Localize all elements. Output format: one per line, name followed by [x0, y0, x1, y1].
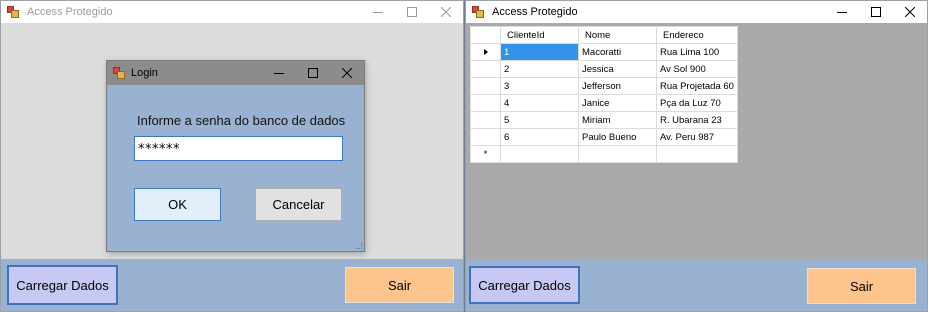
table-row[interactable]: 2 Jessica Av Sol 900: [470, 60, 738, 78]
access-app-icon: [472, 6, 484, 18]
table-row[interactable]: 6 Paulo Bueno Av. Peru 987: [470, 128, 738, 146]
maximize-icon[interactable]: [296, 61, 330, 85]
column-header-nome[interactable]: Nome: [578, 26, 657, 44]
row-header[interactable]: [470, 128, 501, 146]
table-row[interactable]: 4 Janice Pça da Luz 70: [470, 94, 738, 112]
column-header-clienteid[interactable]: ClienteId: [500, 26, 579, 44]
grid-header-row: ClienteId Nome Endereco: [470, 26, 738, 44]
window-title: Access Protegido: [27, 6, 113, 18]
table-row[interactable]: 3 Jefferson Rua Projetada 60: [470, 77, 738, 95]
close-icon[interactable]: [429, 1, 463, 23]
exit-button[interactable]: Sair: [345, 267, 454, 303]
bottom-bar: Carregar Dados Sair: [1, 259, 463, 311]
row-header[interactable]: [470, 77, 501, 95]
dialog-title-bar[interactable]: Login: [107, 61, 364, 85]
dialog-title: Login: [131, 67, 158, 79]
cancel-button[interactable]: Cancelar: [255, 188, 342, 221]
grid-cell[interactable]: [656, 145, 738, 163]
grid-cell[interactable]: 2: [500, 60, 579, 78]
window-access-protegido-2: Access Protegido ClienteId Nome Endereco…: [465, 0, 928, 312]
grid-cell[interactable]: Paulo Bueno: [578, 128, 657, 146]
minimize-icon[interactable]: [825, 1, 859, 23]
bottom-bar: Carregar Dados Sair: [466, 259, 927, 311]
table-row[interactable]: 5 Miriam R. Ubarana 23: [470, 111, 738, 129]
grid-cell[interactable]: 5: [500, 111, 579, 129]
access-app-icon: [7, 6, 19, 18]
datagrid-area: ClienteId Nome Endereco 1 Macoratti Rua …: [466, 23, 927, 259]
close-icon[interactable]: [330, 61, 364, 85]
grid-cell[interactable]: Rua Projetada 60: [656, 77, 738, 95]
current-row-arrow-icon[interactable]: [470, 43, 501, 61]
maximize-icon[interactable]: [859, 1, 893, 23]
grid-corner-header[interactable]: [470, 26, 501, 44]
password-input[interactable]: ******: [134, 136, 343, 161]
clientes-datagrid[interactable]: ClienteId Nome Endereco 1 Macoratti Rua …: [470, 26, 738, 163]
minimize-icon[interactable]: [361, 1, 395, 23]
grid-cell[interactable]: 6: [500, 128, 579, 146]
grid-cell[interactable]: 4: [500, 94, 579, 112]
table-row[interactable]: 1 Macoratti Rua Lima 100: [470, 43, 738, 61]
grid-cell[interactable]: 1: [500, 43, 579, 61]
row-header[interactable]: [470, 94, 501, 112]
exit-button[interactable]: Sair: [807, 268, 916, 304]
window-access-protegido-1: Access Protegido Carregar Dados Sair Log…: [0, 0, 464, 312]
grid-cell[interactable]: Jefferson: [578, 77, 657, 95]
grid-cell[interactable]: Av Sol 900: [656, 60, 738, 78]
grid-cell[interactable]: Jessica: [578, 60, 657, 78]
grid-cell[interactable]: Janice: [578, 94, 657, 112]
grid-cell[interactable]: Rua Lima 100: [656, 43, 738, 61]
new-row-marker[interactable]: *: [470, 145, 501, 163]
title-bar[interactable]: Access Protegido: [1, 1, 463, 23]
ok-button[interactable]: OK: [134, 188, 221, 221]
window-title: Access Protegido: [492, 6, 578, 18]
access-app-icon: [113, 67, 125, 79]
row-header[interactable]: [470, 111, 501, 129]
grid-cell[interactable]: [500, 145, 579, 163]
new-row[interactable]: *: [470, 145, 738, 163]
grid-cell[interactable]: Macoratti: [578, 43, 657, 61]
grid-cell[interactable]: Miriam: [578, 111, 657, 129]
column-header-endereco[interactable]: Endereco: [656, 26, 738, 44]
login-dialog: Login Informe a senha do banco de dados …: [106, 60, 365, 252]
row-header[interactable]: [470, 60, 501, 78]
grid-cell[interactable]: [578, 145, 657, 163]
load-data-button[interactable]: Carregar Dados: [469, 266, 580, 304]
grid-cell[interactable]: Av. Peru 987: [656, 128, 738, 146]
grid-cell[interactable]: Pça da Luz 70: [656, 94, 738, 112]
close-icon[interactable]: [893, 1, 927, 23]
title-bar[interactable]: Access Protegido: [466, 1, 927, 23]
grid-cell[interactable]: 3: [500, 77, 579, 95]
load-data-button[interactable]: Carregar Dados: [7, 265, 118, 305]
resize-grip[interactable]: [356, 243, 362, 249]
password-prompt-label: Informe a senha do banco de dados: [137, 113, 346, 128]
grid-cell[interactable]: R. Ubarana 23: [656, 111, 738, 129]
minimize-icon[interactable]: [262, 61, 296, 85]
maximize-icon[interactable]: [395, 1, 429, 23]
